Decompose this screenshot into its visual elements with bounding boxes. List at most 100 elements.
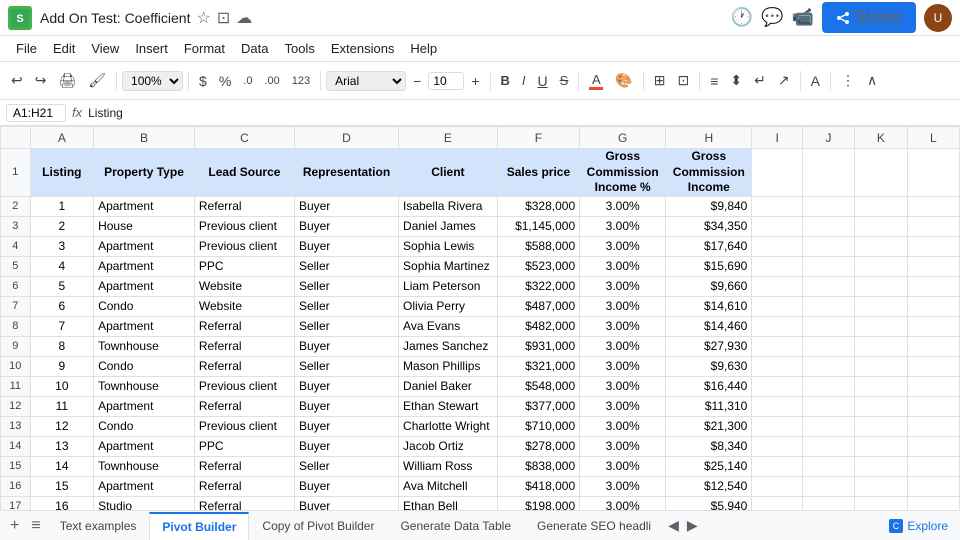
col-header-c[interactable]: C (194, 127, 294, 149)
percent-button[interactable]: % (214, 70, 236, 92)
menu-bar: File Edit View Insert Format Data Tools … (0, 36, 960, 62)
rotate-button[interactable]: ↗ (773, 69, 795, 92)
font-size-inc-button[interactable]: + (466, 70, 484, 92)
add-sheet-button[interactable]: + (4, 513, 25, 539)
meet-icon[interactable]: 📹 (792, 7, 814, 28)
comment-icon[interactable]: 💬 (761, 7, 783, 28)
undo-button[interactable]: ↩ (6, 69, 28, 92)
share-label: Share (854, 7, 902, 28)
cloud-icon[interactable]: ☁ (236, 8, 252, 28)
star-icon[interactable]: ☆ (196, 8, 210, 28)
menu-edit[interactable]: Edit (45, 39, 83, 58)
table-row: 87ApartmentReferralSellerAva Evans$482,0… (1, 316, 960, 336)
fill-color-button[interactable]: 🎨 (610, 69, 637, 92)
table-header-row: 1 Listing Property Type Lead Source Repr… (1, 149, 960, 197)
spreadsheet-table: A B C D E F G H I J K L 1 Lis (0, 126, 960, 510)
col-header-e[interactable]: E (399, 127, 498, 149)
tab-pivot-builder[interactable]: Pivot Builder (149, 512, 249, 540)
table-row: 76CondoWebsiteSellerOlivia Perry$487,000… (1, 296, 960, 316)
col-header-k[interactable]: K (854, 127, 907, 149)
col-header-f[interactable]: F (497, 127, 579, 149)
sheet-container: A B C D E F G H I J K L 1 Lis (0, 126, 960, 510)
text-color-button[interactable]: A (584, 69, 608, 93)
col-header-j[interactable]: J (803, 127, 855, 149)
tab-generate-seo[interactable]: Generate SEO headli (524, 512, 664, 540)
table-row: 1413ApartmentPPCBuyerJacob Ortiz$278,000… (1, 436, 960, 456)
bold-button[interactable]: B (496, 70, 515, 91)
decimal-dec-button[interactable]: .0 (238, 72, 257, 90)
header-lead-source: Lead Source (194, 149, 294, 197)
borders-button[interactable]: ⊞ (649, 69, 671, 92)
print-button[interactable]: 🖨 (53, 69, 81, 92)
menu-data[interactable]: Data (233, 39, 276, 58)
header-gross-commission-income: GrossCommissionIncome (666, 149, 752, 197)
strikethrough-button[interactable]: S (555, 70, 574, 91)
table-row: 65ApartmentWebsiteSellerLiam Peterson$32… (1, 276, 960, 296)
menu-file[interactable]: File (8, 39, 45, 58)
more-button[interactable]: ⋮ (836, 69, 860, 92)
font-size-input[interactable] (428, 72, 464, 90)
top-right: 🕐 💬 📹 Share U (731, 2, 952, 33)
align-button[interactable]: ≡ (705, 70, 723, 92)
col-header-l[interactable]: L (907, 127, 959, 149)
table-row: 1615ApartmentReferralBuyerAva Mitchell$4… (1, 476, 960, 496)
font-select[interactable]: Arial (326, 71, 406, 91)
coeff-label: Explore (907, 519, 948, 533)
table-row: 1716StudioReferralBuyerEthan Bell$198,00… (1, 496, 960, 510)
font-size-dec-button[interactable]: − (408, 70, 426, 92)
underline-button[interactable]: U (533, 70, 553, 92)
grid[interactable]: A B C D E F G H I J K L 1 Lis (0, 126, 960, 510)
table-row: 1110TownhousePrevious clientBuyerDaniel … (1, 376, 960, 396)
col-header-b[interactable]: B (94, 127, 195, 149)
menu-help[interactable]: Help (402, 39, 445, 58)
italic-button[interactable]: I (517, 70, 531, 91)
menu-tools[interactable]: Tools (276, 39, 322, 58)
merge-button[interactable]: ⊡ (672, 69, 694, 92)
avatar[interactable]: U (924, 4, 952, 32)
menu-insert[interactable]: Insert (127, 39, 176, 58)
tab-text-examples[interactable]: Text examples (47, 512, 150, 540)
formula-bar: fx Listing (0, 100, 960, 126)
tab-nav-prev[interactable]: ◀ (664, 513, 683, 538)
header-property-type: Property Type (94, 149, 195, 197)
svg-text:C: C (893, 521, 900, 531)
col-header-h[interactable]: H (666, 127, 752, 149)
top-bar: S Add On Test: Coefficient ☆ ⊡ ☁ 🕐 💬 📹 S… (0, 0, 960, 36)
coefficient-explore-button[interactable]: C Explore (881, 515, 956, 537)
svg-text:S: S (16, 13, 23, 25)
text-format-button[interactable]: A (806, 70, 825, 92)
format-number-button[interactable]: 123 (287, 72, 315, 90)
cell-l1 (907, 149, 959, 197)
zoom-select[interactable]: 100% (122, 71, 183, 91)
tab-copy-pivot-builder[interactable]: Copy of Pivot Builder (249, 512, 387, 540)
folder-icon[interactable]: ⊡ (217, 8, 230, 28)
col-header-d[interactable]: D (294, 127, 398, 149)
decimal-inc-button[interactable]: .00 (259, 72, 284, 90)
menu-view[interactable]: View (83, 39, 127, 58)
formula-content: Listing (88, 106, 123, 120)
col-header-g[interactable]: G (580, 127, 666, 149)
valign-button[interactable]: ⬍ (725, 69, 747, 92)
tab-nav-next[interactable]: ▶ (683, 513, 702, 538)
app-icon: S (8, 6, 32, 30)
table-row: 32HousePrevious clientBuyerDaniel James$… (1, 216, 960, 236)
collapse-button[interactable]: ∧ (862, 69, 882, 92)
table-row: 1312CondoPrevious clientBuyerCharlotte W… (1, 416, 960, 436)
tab-generate-data-table[interactable]: Generate Data Table (387, 512, 524, 540)
col-header-i[interactable]: I (752, 127, 803, 149)
table-row: 54ApartmentPPCSellerSophia Martinez$523,… (1, 256, 960, 276)
share-button[interactable]: Share (822, 2, 916, 33)
currency-button[interactable]: $ (194, 70, 212, 92)
menu-extensions[interactable]: Extensions (323, 39, 403, 58)
col-header-a[interactable]: A (30, 127, 93, 149)
paint-format-button[interactable]: 🖌 (83, 69, 111, 92)
menu-format[interactable]: Format (176, 39, 233, 58)
header-gross-commission-pct: GrossCommissionIncome % (580, 149, 666, 197)
redo-button[interactable]: ↪ (30, 69, 52, 92)
sheets-list-button[interactable]: ≡ (25, 513, 46, 539)
cell-ref-input[interactable] (6, 104, 66, 122)
wrap-button[interactable]: ↵ (749, 69, 771, 92)
table-row: 109CondoReferralSellerMason Phillips$321… (1, 356, 960, 376)
history-icon[interactable]: 🕐 (731, 7, 753, 28)
table-row: 1211ApartmentReferralBuyerEthan Stewart$… (1, 396, 960, 416)
